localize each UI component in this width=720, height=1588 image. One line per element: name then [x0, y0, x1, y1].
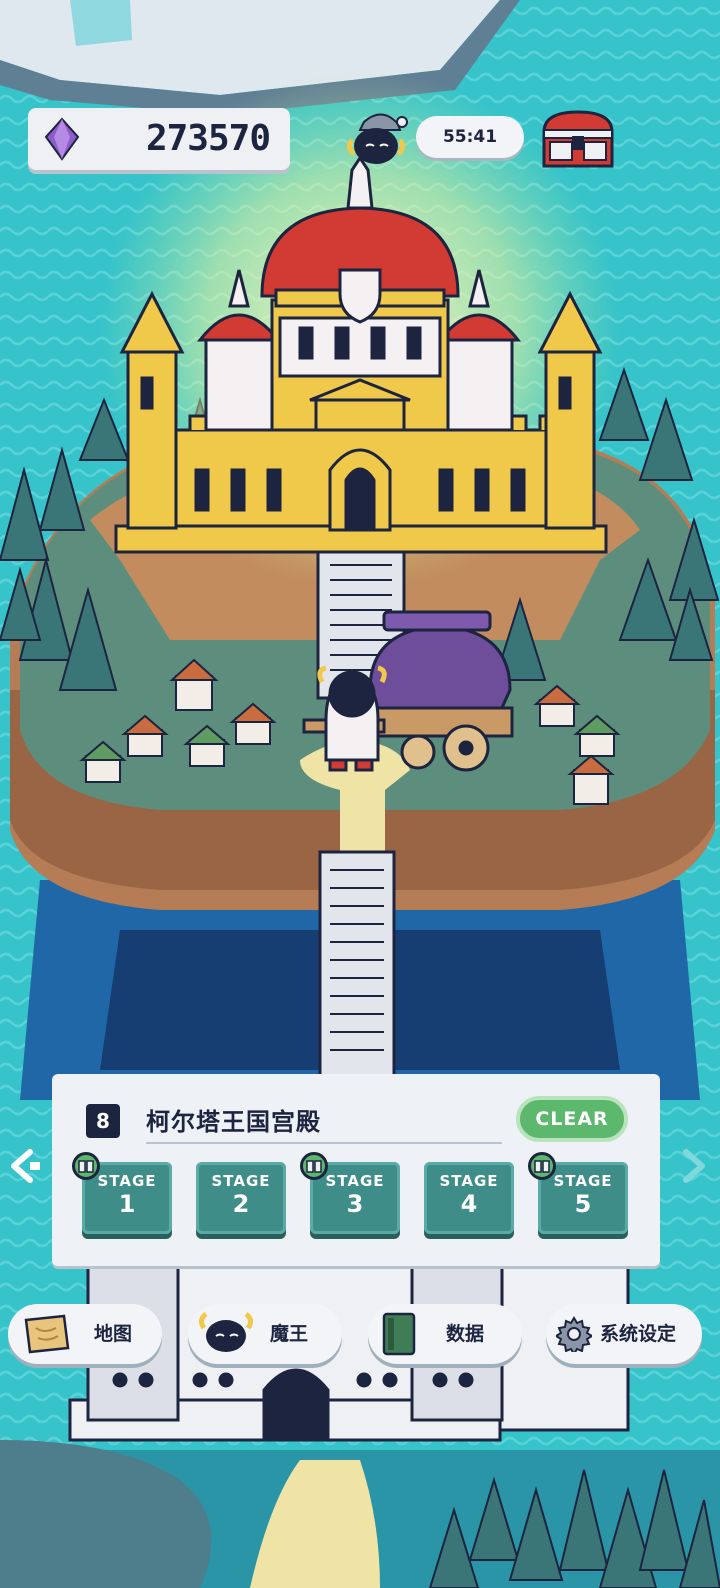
map-label: 地图	[94, 1323, 133, 1345]
demon-king-button[interactable]: 魔王	[188, 1304, 342, 1364]
clear-badge: CLEAR	[516, 1096, 628, 1142]
treasure-chest-icon[interactable]	[538, 108, 618, 170]
stage-number: 3	[346, 1190, 364, 1218]
stage-button-1[interactable]: STAGE 1	[72, 1152, 172, 1234]
gem-amount: 273570	[145, 118, 271, 159]
stage-number: 2	[232, 1190, 250, 1218]
demon-king-avatar-icon[interactable]	[342, 108, 410, 174]
stage-button-5[interactable]: STAGE 5	[528, 1152, 628, 1234]
green-book-icon	[528, 1152, 556, 1180]
map-button[interactable]: 地图	[8, 1304, 162, 1364]
timer-label: 55:41	[416, 116, 524, 158]
arrow-left-icon[interactable]	[4, 1146, 44, 1186]
level-panel: 8 柯尔塔王国宫殿 CLEAR STAGE 1 STAGE 2 STAGE 3 …	[52, 1074, 660, 1266]
demon-king-avatar-icon	[198, 1312, 254, 1352]
purple-crystal-icon	[44, 117, 80, 161]
arrow-right-icon[interactable]	[672, 1146, 712, 1186]
stage-button-4[interactable]: STAGE 4	[424, 1162, 514, 1234]
level-number: 8	[86, 1104, 120, 1138]
settings-label: 系统设定	[600, 1323, 677, 1345]
data-label: 数据	[446, 1323, 485, 1345]
demon-king-label: 魔王	[270, 1323, 309, 1345]
gear-icon	[556, 1316, 592, 1352]
green-book-icon	[72, 1152, 100, 1180]
stage-label: STAGE	[439, 1172, 499, 1190]
stage-button-3[interactable]: STAGE 3	[300, 1152, 400, 1234]
stage-number: 5	[574, 1190, 592, 1218]
stage-number: 1	[118, 1190, 136, 1218]
green-book-icon	[382, 1312, 416, 1356]
gem-counter: 273570	[28, 108, 290, 170]
title-underline	[146, 1142, 502, 1144]
level-title: 柯尔塔王国宫殿	[146, 1108, 321, 1136]
stage-button-2[interactable]: STAGE 2	[196, 1162, 286, 1234]
settings-button[interactable]: 系统设定	[546, 1304, 702, 1364]
stage-number: 4	[460, 1190, 478, 1218]
scroll-map-icon	[24, 1314, 70, 1354]
stage-label: STAGE	[211, 1172, 271, 1190]
green-book-icon	[300, 1152, 328, 1180]
data-button[interactable]: 数据	[368, 1304, 522, 1364]
